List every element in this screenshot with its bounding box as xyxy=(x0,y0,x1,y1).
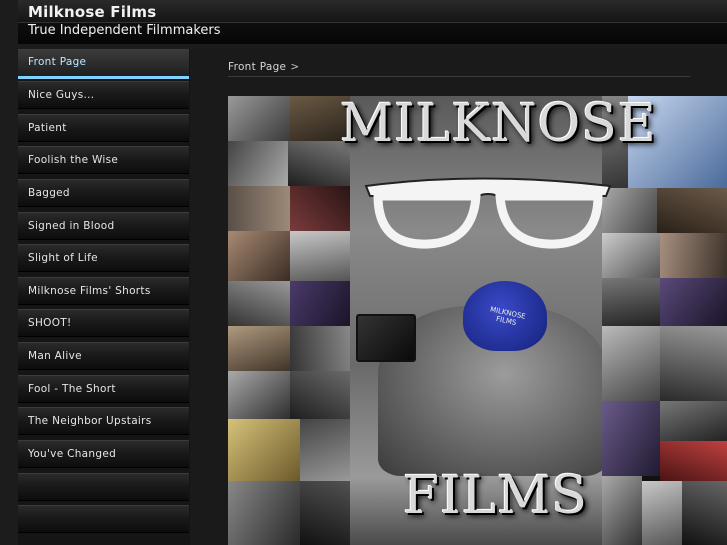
collage-tile xyxy=(228,231,290,281)
nav-item-label: Front Page xyxy=(28,56,87,68)
poster-title-top: MILKNOSE xyxy=(340,96,657,154)
collage-tile xyxy=(682,481,727,545)
collage-tile xyxy=(602,401,660,476)
main-content: Front Page > MILKNOSE FILMS MILKNOSE FIL… xyxy=(190,49,727,545)
collage-tile xyxy=(290,281,350,326)
collage-tile xyxy=(290,326,350,371)
nav-item-empty-1[interactable] xyxy=(18,473,189,501)
site-tagline: True Independent Filmmakers xyxy=(28,23,221,38)
collage-tile xyxy=(290,371,350,419)
nav-item-bagged[interactable]: Bagged xyxy=(18,179,189,207)
nav-item-fool-the-short[interactable]: Fool - The Short xyxy=(18,375,189,403)
nav-item-label: Signed in Blood xyxy=(28,220,115,232)
nav-item-label: Patient xyxy=(28,122,67,134)
active-indicator xyxy=(18,76,189,79)
nav-item-neighbor-upstairs[interactable]: The Neighbor Upstairs xyxy=(18,407,189,435)
collage-tile xyxy=(228,371,290,419)
nav-item-label: Fool - The Short xyxy=(28,383,116,395)
breadcrumb: Front Page > xyxy=(228,61,299,73)
collage-tile xyxy=(228,419,300,481)
camera-icon xyxy=(356,314,416,362)
breadcrumb-divider xyxy=(228,76,690,77)
nav-item-youve-changed[interactable]: You've Changed xyxy=(18,440,189,468)
collage-tile xyxy=(228,281,290,326)
nav-item-label: Foolish the Wise xyxy=(28,154,119,166)
nav-item-label: SHOOT! xyxy=(28,317,72,329)
collage-tile xyxy=(602,476,642,545)
nav-item-nice-guys[interactable]: Nice Guys... xyxy=(18,81,189,109)
collage-tile xyxy=(228,186,290,231)
nav-item-label: The Neighbor Upstairs xyxy=(28,415,152,427)
poster-title-bottom: FILMS xyxy=(403,466,589,526)
nav-item-label: Nice Guys... xyxy=(28,89,95,101)
poster-collage-image: MILKNOSE FILMS MILKNOSE FILMS xyxy=(228,96,727,545)
nav-item-shoot[interactable]: SHOOT! xyxy=(18,309,189,337)
collage-tile xyxy=(602,326,660,401)
collage-tile xyxy=(228,326,290,371)
nav-item-label: Man Alive xyxy=(28,350,82,362)
nav-item-label: Bagged xyxy=(28,187,70,199)
nav-item-front-page[interactable]: Front Page xyxy=(18,49,189,79)
collage-tile xyxy=(228,96,290,141)
collage-tile xyxy=(602,278,660,326)
site-title[interactable]: Milknose Films xyxy=(28,3,156,21)
nav-item-label: Slight of Life xyxy=(28,252,98,264)
site-header: Milknose Films True Independent Filmmake… xyxy=(18,0,727,46)
collage-tile xyxy=(660,441,727,481)
collage-tile xyxy=(290,231,350,281)
nav-item-slight-of-life[interactable]: Slight of Life xyxy=(18,244,189,272)
collage-tile xyxy=(657,188,727,233)
collage-tile xyxy=(228,141,288,186)
nav-item-foolish-the-wise[interactable]: Foolish the Wise xyxy=(18,146,189,174)
nav-item-label: Milknose Films' Shorts xyxy=(28,285,151,297)
collage-tile xyxy=(642,481,682,545)
collage-tile xyxy=(660,278,727,326)
collage-tile xyxy=(290,186,350,231)
nav-item-label: You've Changed xyxy=(28,448,117,460)
collage-tile xyxy=(228,481,300,545)
glasses-drawing xyxy=(364,177,612,249)
collage-tile xyxy=(300,419,350,481)
breadcrumb-separator: > xyxy=(290,61,300,73)
breadcrumb-current[interactable]: Front Page xyxy=(228,61,286,73)
nav-item-shorts[interactable]: Milknose Films' Shorts xyxy=(18,277,189,305)
nav-item-man-alive[interactable]: Man Alive xyxy=(18,342,189,370)
collage-tile xyxy=(660,401,727,441)
collage-tile xyxy=(660,326,727,401)
nav-item-patient[interactable]: Patient xyxy=(18,114,189,142)
collage-tile xyxy=(660,233,727,278)
nav-item-empty-2[interactable] xyxy=(18,505,189,533)
nav-item-signed-in-blood[interactable]: Signed in Blood xyxy=(18,212,189,240)
sidebar-nav: Front Page Nice Guys... Patient Foolish … xyxy=(18,49,190,545)
